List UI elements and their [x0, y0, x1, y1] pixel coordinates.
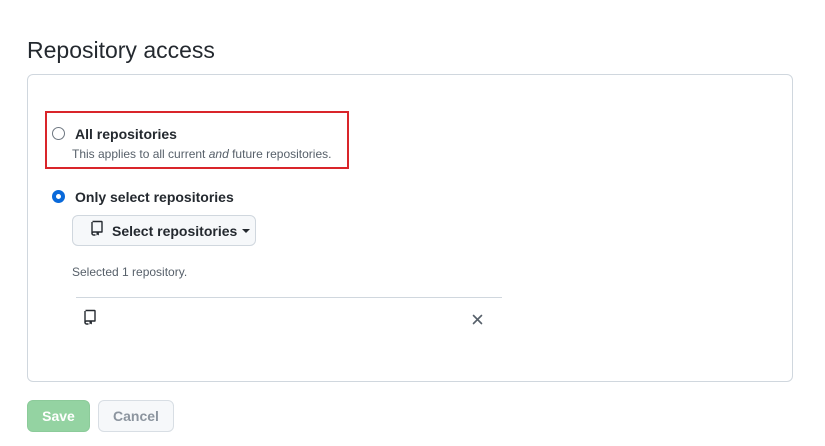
section-title: Repository access — [27, 37, 215, 63]
selected-repo-row — [76, 297, 502, 339]
repo-icon — [90, 220, 104, 241]
select-repositories-button[interactable]: Select repositories — [72, 215, 256, 246]
caret-down-icon — [242, 229, 251, 233]
all-repositories-radio[interactable] — [52, 127, 65, 140]
note-emphasis: and — [208, 147, 229, 161]
only-select-repositories-label[interactable]: Only select repositories — [75, 188, 234, 206]
only-select-repositories-radio[interactable] — [52, 190, 65, 203]
note-prefix: This applies to all current — [72, 147, 209, 161]
close-icon[interactable] — [472, 312, 483, 330]
all-repositories-label[interactable]: All repositories — [75, 125, 177, 143]
note-suffix: future repositories. — [228, 147, 332, 161]
selected-count-text: Selected 1 repository. — [72, 265, 188, 279]
repo-icon — [83, 309, 97, 330]
cancel-button[interactable]: Cancel — [98, 400, 174, 432]
all-repositories-note: This applies to all current and future r… — [72, 146, 331, 162]
select-repositories-label: Select repositories — [112, 222, 238, 239]
save-button[interactable]: Save — [27, 400, 90, 432]
repository-access-page: Repository access All repositories This … — [0, 0, 825, 446]
